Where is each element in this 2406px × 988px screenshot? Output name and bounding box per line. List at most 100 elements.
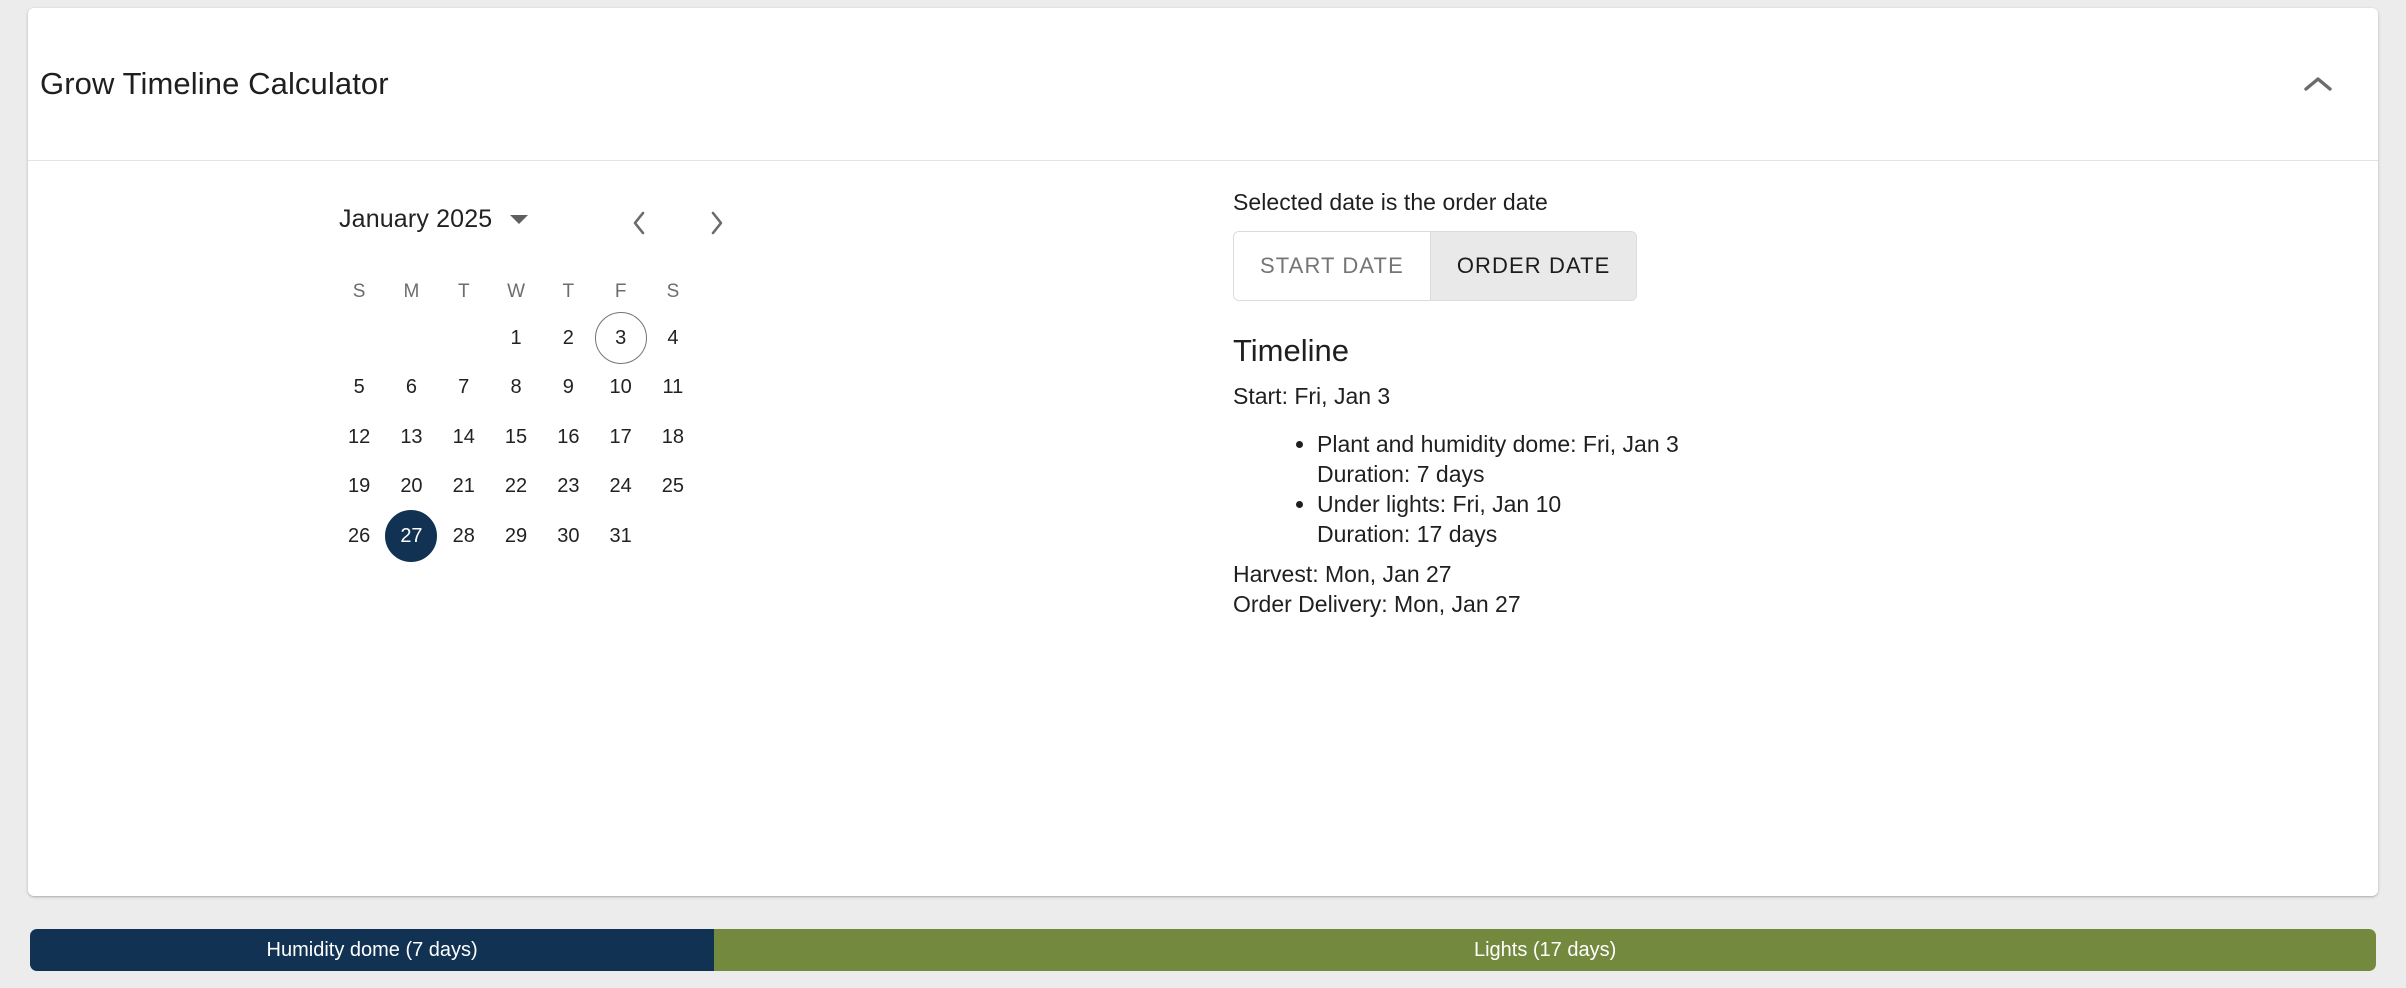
mode-toggle-order-date[interactable]: ORDER DATE — [1429, 232, 1637, 300]
calendar-day[interactable]: 26 — [333, 510, 385, 562]
calendar-day[interactable]: 28 — [438, 510, 490, 562]
calendar-day-cell: 14 — [438, 412, 490, 462]
calendar-day-cell: 23 — [542, 462, 594, 512]
phase-timeline-bar: Humidity dome (7 days) Lights (17 days) — [30, 929, 2376, 971]
calendar-day-cell: 18 — [647, 412, 699, 462]
calendar-day-cell: 15 — [490, 412, 542, 462]
calendar-day-cell — [385, 313, 437, 363]
calendar-day-cell: 13 — [385, 412, 437, 462]
calendar-day[interactable]: 18 — [647, 411, 699, 463]
calendar-day-cell: 10 — [594, 363, 646, 413]
timeline-stage-item: Plant and humidity dome: Fri, Jan 3 Durat… — [1317, 431, 1679, 488]
calendar-day[interactable]: 31 — [595, 510, 647, 562]
calendar-day-cell: 28 — [438, 511, 490, 561]
calendar-day[interactable]: 14 — [438, 411, 490, 463]
calendar-day[interactable]: 13 — [385, 411, 437, 463]
calendar-weeks: 1 2 3 4 5 6 7 8 9 10 11 12 13 14 15 16 17 18 19 20 21 22 23 24 2… — [333, 311, 833, 562]
calendar-week-row: 26 27 28 29 30 31 — [333, 509, 833, 562]
calendar-day-blank — [385, 312, 437, 364]
calendar-day-cell: 27 — [385, 509, 438, 562]
calendar-day[interactable]: 7 — [438, 361, 490, 413]
grow-timeline-card: Grow Timeline Calculator January 2025 S … — [28, 8, 2378, 896]
calendar-header: January 2025 — [333, 189, 833, 263]
collapse-card-button[interactable] — [2282, 48, 2354, 120]
weekday-label: F — [614, 281, 627, 302]
grow-timeline-calculator-page: Grow Timeline Calculator January 2025 S … — [0, 0, 2406, 988]
calendar-day[interactable]: 12 — [333, 411, 385, 463]
calendar-week-row: 5 6 7 8 9 10 11 — [333, 363, 833, 413]
mode-toggle-start-date[interactable]: START DATE — [1234, 232, 1430, 300]
calendar-day[interactable]: 19 — [333, 460, 385, 512]
calendar-day[interactable]: 29 — [490, 510, 542, 562]
calendar-day[interactable]: 16 — [542, 411, 594, 463]
calendar-day-cell: 17 — [594, 412, 646, 462]
calendar-day-blank — [333, 312, 385, 364]
calendar-day[interactable]: 8 — [490, 361, 542, 413]
phase-segment[interactable]: Lights (17 days) — [714, 929, 2376, 971]
calendar-day-cell: 1 — [490, 313, 542, 363]
calendar-week-row: 19 20 21 22 23 24 25 — [333, 462, 833, 512]
calendar-day[interactable]: 2 — [542, 312, 594, 364]
calendar-day[interactable]: 10 — [595, 361, 647, 413]
timeline-start-line: Start: Fri, Jan 3 — [1233, 383, 1391, 409]
selected-date-mode-caption: Selected date is the order date — [1233, 189, 1548, 215]
calendar-day-cell: 21 — [438, 462, 490, 512]
calendar-day[interactable]: 30 — [542, 510, 594, 562]
calendar-day-cell: 9 — [542, 363, 594, 413]
month-year-dropdown[interactable]: January 2025 — [333, 201, 534, 238]
calendar-day-cell: 24 — [594, 462, 646, 512]
stage-title: Under lights: Fri, Jan 10 — [1317, 491, 1562, 517]
weekday-cell: M — [385, 271, 437, 313]
calendar-day-cell: 5 — [333, 363, 385, 413]
calendar-day-cell: 2 — [542, 313, 594, 363]
calendar-day[interactable]: 23 — [542, 460, 594, 512]
calendar-day[interactable]: 24 — [595, 460, 647, 512]
calendar-day-cell — [333, 313, 385, 363]
calendar-day[interactable]: 21 — [438, 460, 490, 512]
calendar-day-cell: 3 — [594, 311, 647, 364]
date-picker-calendar: January 2025 S M T W T F S 1 2 3 4 5 6 7… — [333, 189, 833, 562]
calendar-day[interactable]: 17 — [595, 411, 647, 463]
phase-segment[interactable]: Humidity dome (7 days) — [30, 929, 715, 971]
calendar-day[interactable]: 11 — [647, 361, 699, 413]
timeline-stage-item: Under lights: Fri, Jan 10 Duration: 17 da… — [1317, 491, 1679, 548]
calendar-day[interactable]: 22 — [490, 460, 542, 512]
card-body: January 2025 S M T W T F S 1 2 3 4 5 6 7… — [28, 161, 2378, 895]
next-month-button[interactable] — [691, 197, 743, 249]
calendar-week-row: 1234 — [333, 311, 833, 364]
calendar-day-cell: 26 — [333, 511, 385, 561]
weekday-cell: T — [542, 271, 594, 313]
calendar-day[interactable]: 6 — [385, 361, 437, 413]
weekday-label: T — [562, 281, 575, 302]
weekday-label: S — [666, 281, 680, 302]
calendar-day-outlined[interactable]: 3 — [594, 311, 647, 364]
calendar-day[interactable]: 25 — [647, 460, 699, 512]
weekday-header-row: SMTWTFS — [333, 271, 833, 313]
calendar-day[interactable]: 20 — [385, 460, 437, 512]
calendar-day-cell: 8 — [490, 363, 542, 413]
calendar-day[interactable]: 4 — [647, 312, 699, 364]
calendar-day[interactable]: 1 — [490, 312, 542, 364]
calendar-day-cell: 4 — [647, 313, 699, 363]
calendar-day-cell: 12 — [333, 412, 385, 462]
date-mode-toggle-group: START DATE ORDER DATE — [1233, 231, 1638, 301]
chevron-left-icon — [631, 210, 647, 236]
calendar-week-row: 12 13 14 15 16 17 18 — [333, 412, 833, 462]
calendar-day-selected[interactable]: 27 — [385, 509, 438, 562]
calendar-day[interactable]: 5 — [333, 361, 385, 413]
calendar-day[interactable]: 9 — [542, 361, 594, 413]
weekday-label: M — [403, 281, 420, 302]
timeline-heading: Timeline — [1233, 333, 1349, 368]
weekday-label: T — [457, 281, 470, 302]
calendar-day-cell: 19 — [333, 462, 385, 512]
order-delivery-line: Order Delivery: Mon, Jan 27 — [1233, 591, 1521, 618]
calendar-day[interactable]: 15 — [490, 411, 542, 463]
calendar-day-blank — [647, 510, 699, 562]
month-year-label: January 2025 — [339, 205, 493, 233]
chevron-right-icon — [709, 210, 725, 236]
weekday-label: W — [507, 281, 525, 302]
weekday-cell: F — [594, 271, 646, 313]
weekday-cell: W — [490, 271, 542, 313]
calendar-day-cell: 6 — [385, 363, 437, 413]
previous-month-button[interactable] — [613, 197, 665, 249]
